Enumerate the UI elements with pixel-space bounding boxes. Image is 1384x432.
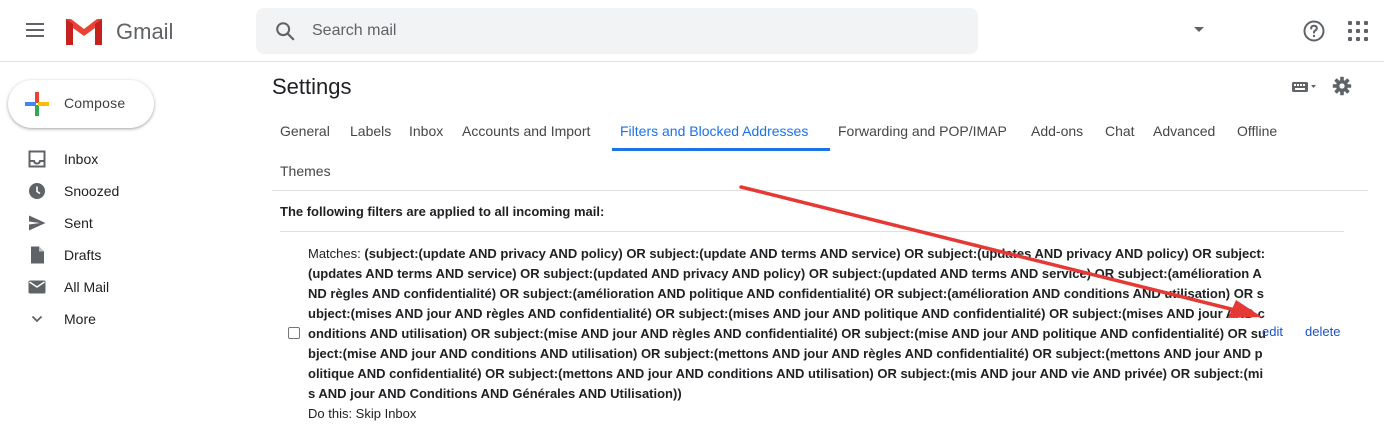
sidebar-item-label: All Mail — [64, 279, 110, 295]
sidebar-item-label: Drafts — [64, 247, 102, 263]
sidebar-item-drafts[interactable]: Drafts — [0, 239, 240, 271]
sidebar-item-label: Snoozed — [64, 183, 120, 199]
sidebar-item-label: Inbox — [64, 151, 99, 167]
tab-inbox[interactable]: Inbox — [409, 123, 443, 139]
tab-advanced[interactable]: Advanced — [1153, 123, 1215, 139]
delete-filter-link[interactable]: delete — [1305, 324, 1340, 339]
sidebar-item-snoozed[interactable]: Snoozed — [0, 175, 240, 207]
filter-row: Matches: (subject:(update AND privacy AN… — [308, 244, 1266, 424]
tab-accounts-and-import[interactable]: Accounts and Import — [462, 123, 590, 139]
active-tab-indicator — [612, 148, 830, 151]
tab-chat[interactable]: Chat — [1105, 123, 1135, 139]
mail-icon — [28, 280, 46, 294]
plus-icon — [25, 92, 49, 116]
tab-general[interactable]: General — [280, 123, 330, 139]
divider — [280, 231, 1344, 232]
tab-filters-and-blocked-addresses[interactable]: Filters and Blocked Addresses — [620, 123, 808, 139]
tab-labels[interactable]: Labels — [350, 123, 391, 139]
search-icon[interactable] — [274, 20, 296, 42]
search-bar — [256, 8, 1204, 54]
draft-icon — [31, 246, 44, 264]
search-input[interactable] — [312, 18, 912, 44]
gear-icon[interactable] — [1332, 76, 1352, 96]
compose-button[interactable]: Compose — [8, 80, 154, 128]
sidebar-item-label: More — [64, 311, 96, 327]
filters-heading: The following filters are applied to all… — [280, 204, 605, 219]
tab-offline[interactable]: Offline — [1237, 123, 1277, 139]
main-menu-icon[interactable] — [22, 19, 48, 43]
app-name: Gmail — [116, 19, 174, 44]
filter-criteria: (subject:(update AND privacy AND policy)… — [308, 246, 1266, 401]
edit-filter-link[interactable]: edit — [1262, 324, 1283, 339]
filter-action: Do this: Skip Inbox — [308, 406, 417, 421]
inbox-icon — [28, 150, 46, 168]
sidebar-item-all-mail[interactable]: All Mail — [0, 271, 240, 303]
clock-icon — [29, 183, 45, 199]
tab-add-ons[interactable]: Add-ons — [1031, 123, 1083, 139]
keyboard-icon[interactable] — [1292, 80, 1316, 94]
search-options-icon[interactable] — [1194, 27, 1204, 32]
top-bar: Gmail — [0, 0, 1384, 62]
tab-themes[interactable]: Themes — [280, 163, 331, 179]
sidebar-item-label: Sent — [64, 215, 93, 231]
sidebar-item-inbox[interactable]: Inbox — [0, 143, 240, 175]
compose-label: Compose — [64, 95, 126, 111]
help-icon[interactable] — [1302, 19, 1326, 43]
sidebar-item-sent[interactable]: Sent — [0, 207, 240, 239]
send-icon — [29, 215, 46, 231]
apps-grid-icon[interactable] — [1348, 21, 1368, 41]
filter-matches-label: Matches: — [308, 246, 365, 261]
sidebar-item-more[interactable]: More — [0, 303, 240, 335]
divider — [272, 190, 1368, 191]
chevron-down-icon — [31, 315, 43, 323]
tab-forwarding-and-pop-imap[interactable]: Forwarding and POP/IMAP — [838, 123, 1007, 139]
gmail-logo[interactable] — [64, 15, 104, 47]
filter-checkbox[interactable] — [288, 327, 300, 339]
page-title: Settings — [272, 74, 352, 99]
